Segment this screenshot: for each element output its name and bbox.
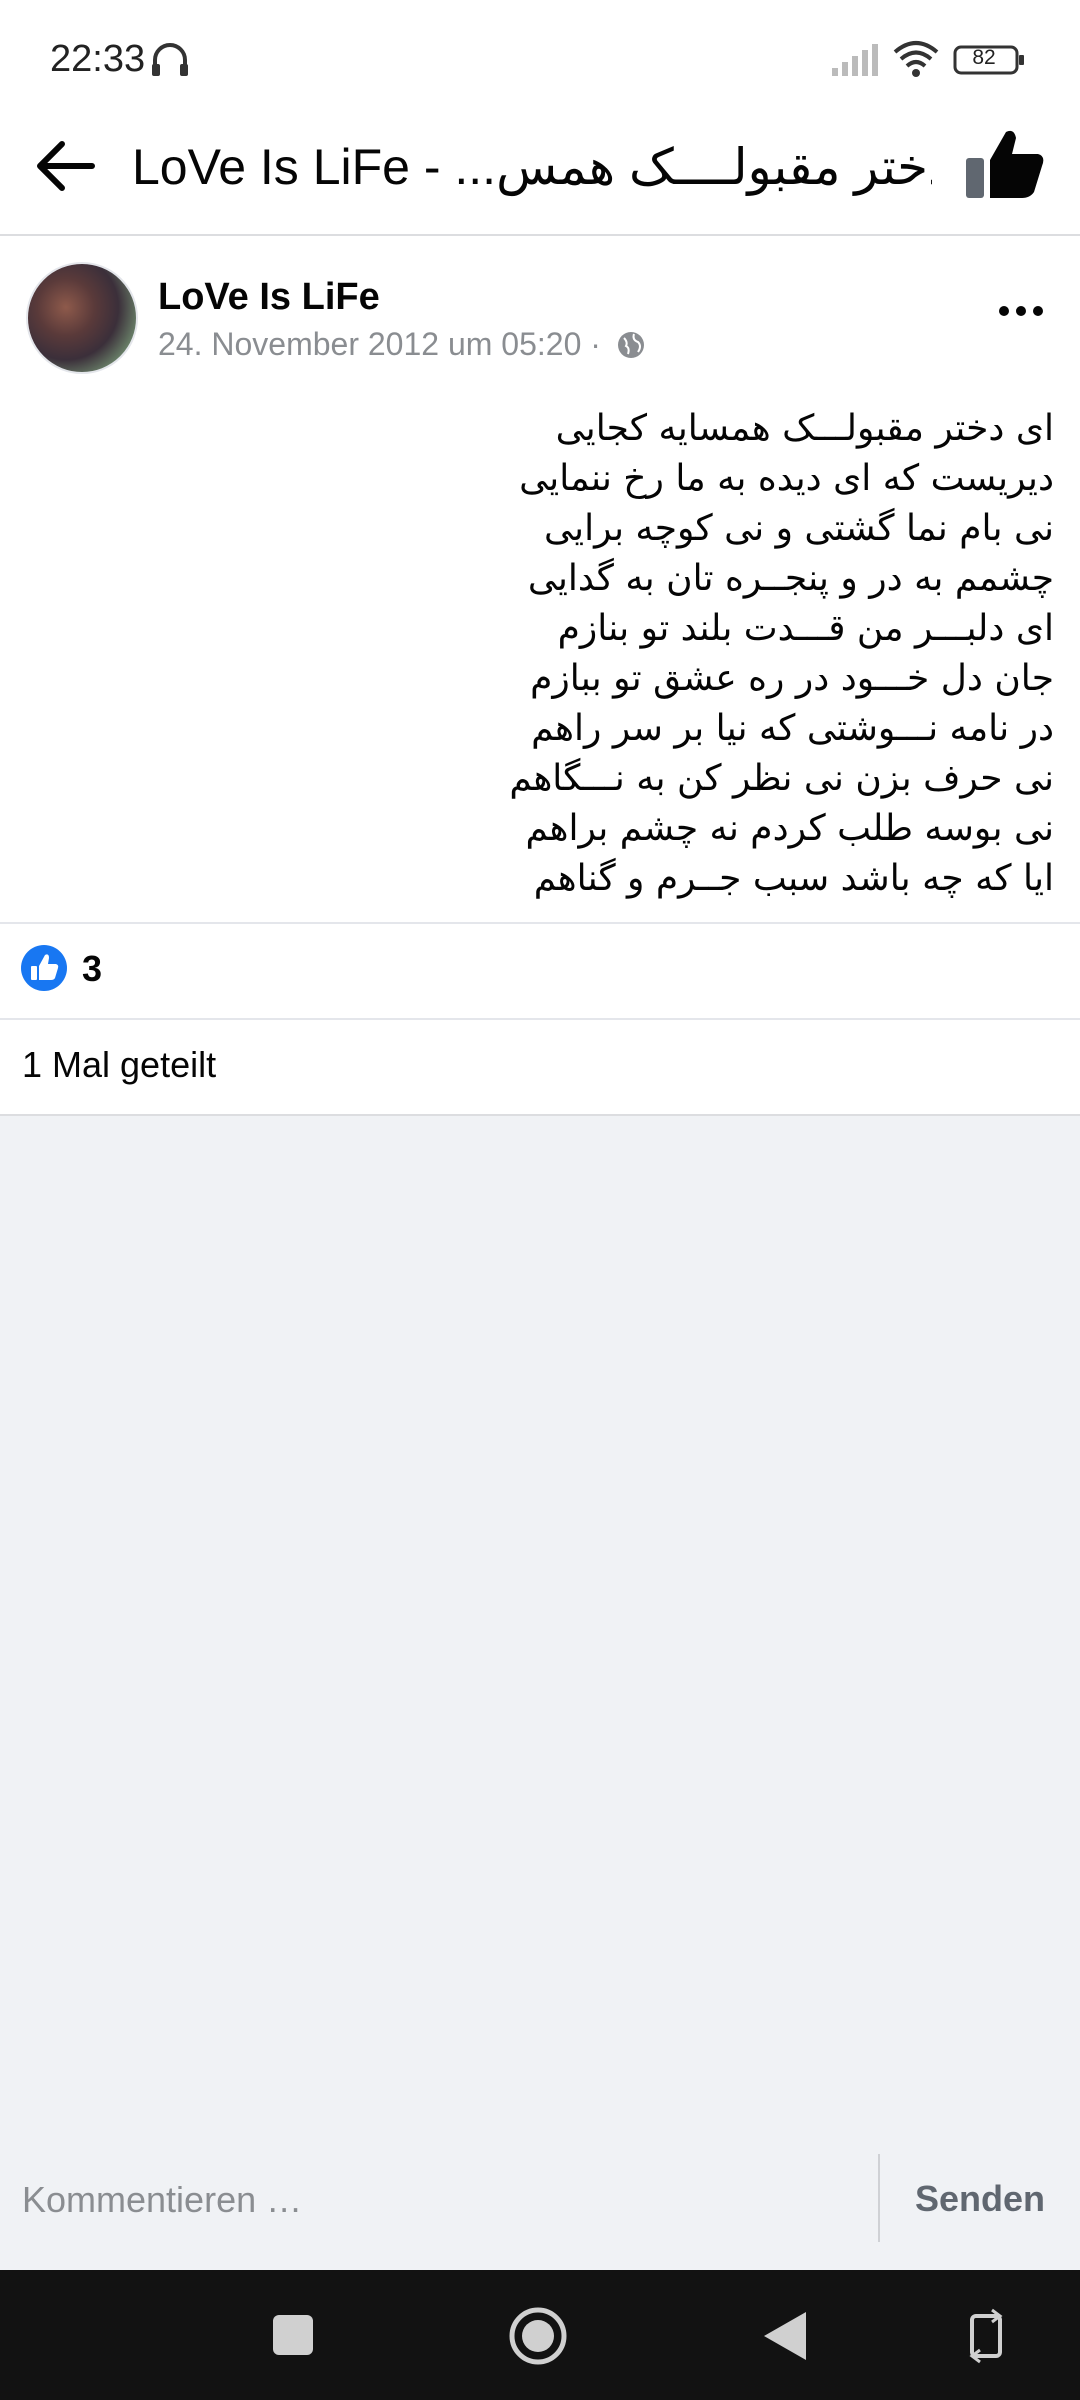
home-icon[interactable] <box>508 2306 568 2366</box>
back-arrow-icon[interactable] <box>34 138 96 194</box>
post-line: ایا که چه باشد سبب جــرم و گناهم <box>533 858 1054 899</box>
recent-apps-icon[interactable] <box>270 2312 316 2358</box>
post-line: دیریست که ای دیده به ما رخ ننمایی <box>519 458 1054 499</box>
like-count: 3 <box>82 948 103 989</box>
signal-icon <box>832 44 878 76</box>
post-line: نی حرف بزن نی نظر کن به نـــگاهم <box>509 758 1054 799</box>
nav-back-icon[interactable] <box>760 2308 810 2364</box>
send-button[interactable]: Senden <box>900 2164 1060 2234</box>
post-line: ای دلبـــر من قـــدت بلند تو بنازم <box>557 608 1054 649</box>
headphone-icon <box>152 43 188 76</box>
comment-separator <box>878 2154 880 2242</box>
post-line: نی بام نما گشتی و نی کوچه برایی <box>544 508 1054 549</box>
post-line: چشمم به در و پنجــره تان به گدایی <box>527 558 1054 599</box>
post-line: در نامه نـــوشتی که نیا بر سر راهم <box>531 708 1054 749</box>
thumbs-up-icon[interactable] <box>962 126 1046 200</box>
rotate-screen-icon[interactable] <box>966 2308 1006 2364</box>
wifi-icon <box>893 41 939 77</box>
author-name[interactable]: LoVe Is LiFe <box>158 276 380 319</box>
page-title: LoVe Is LiFe - ...ای دختر مقبولــــک همس <box>132 139 932 195</box>
avatar[interactable] <box>26 262 138 374</box>
share-count[interactable]: 1 Mal geteilt <box>22 1044 216 1086</box>
globe-icon <box>618 332 644 358</box>
post-text: ای دختر مقبولـــک همسایه کجایی دیریست که… <box>54 404 1054 904</box>
status-time: 22:33 <box>50 38 146 80</box>
comment-input[interactable] <box>22 2170 862 2230</box>
like-reaction-icon <box>21 945 67 991</box>
battery-level: 82 <box>972 46 996 69</box>
post-line: نی بوسه طلب کردم نه چشم براهم <box>525 808 1055 849</box>
reactions-row[interactable] <box>0 924 1080 1018</box>
more-options-icon[interactable] <box>996 296 1046 326</box>
post-line: ای دختر مقبولـــک همسایه کجایی <box>555 408 1054 449</box>
divider <box>0 1114 1080 1116</box>
post-line: جان دل خـــود در ره عشق تو ببازم <box>530 658 1054 699</box>
post-timestamp[interactable]: 24. November 2012 um 05:20 · <box>158 326 601 363</box>
